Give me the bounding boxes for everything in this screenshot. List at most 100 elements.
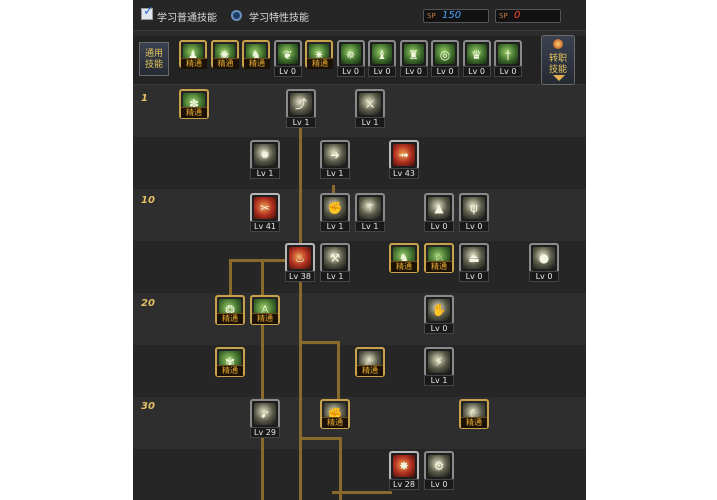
skill-slot-s18[interactable]: ❂ 精通 — [215, 295, 245, 325]
mastered-tag: 精通 — [181, 58, 207, 69]
skill-slot-s19[interactable]: ♙ 精通 — [250, 295, 280, 325]
arms-raised-figure-icon: ♛ — [466, 44, 487, 64]
skill-slot-s5[interactable]: ➜ Lv 1 — [320, 140, 350, 179]
quick-skill-slot[interactable]: ♜ Lv 0 — [399, 40, 428, 77]
quick-skill-slot[interactable]: ♛ Lv 0 — [462, 40, 491, 77]
tree-row-band — [133, 241, 586, 293]
kicking-figure-icon-glyph: ♜ — [408, 48, 419, 62]
tree-row-band — [133, 293, 586, 345]
ground-strike-icon-glyph: ⏏ — [468, 251, 480, 265]
claw-icon: ψ — [463, 197, 485, 219]
job-change-tab-line1: 转职 — [548, 54, 567, 64]
skill-slot-s25[interactable]: ✊ 精通 — [320, 399, 350, 429]
skill-level-tag: Lv 1 — [320, 221, 350, 232]
quick-skill-slot[interactable]: ♞ 精通 — [242, 40, 270, 69]
skill-level-tag: Lv 0 — [459, 271, 489, 282]
slam-icon: ✊ — [324, 197, 346, 219]
shield-ring-icon-glyph: ◎ — [439, 48, 451, 62]
skill-level-tag: Lv 0 — [462, 66, 491, 77]
skill-slot-s9[interactable]: ⚚ Lv 1 — [355, 193, 385, 232]
skill-connector-line — [332, 491, 392, 494]
skill-slot-s20[interactable]: ✋ Lv 0 — [424, 295, 454, 334]
quick-skill-slot[interactable]: ◎ Lv 0 — [431, 40, 459, 77]
explosion-icon: ✸ — [393, 455, 415, 477]
skill-level-tag: Lv 0 — [459, 221, 489, 232]
skill-slot-s10[interactable]: ▲ Lv 0 — [424, 193, 454, 232]
kicking-figure-icon: ♜ — [403, 44, 424, 64]
wings-icon-glyph: ❦ — [282, 48, 293, 62]
level-marker-10: 10 — [141, 195, 155, 206]
checked-checkbox-icon[interactable]: ✓ — [141, 5, 154, 20]
mastered-tag: 精通 — [252, 313, 278, 324]
ground-strike-icon: ⏏ — [463, 247, 485, 269]
dropdown-arrow-icon[interactable] — [553, 75, 565, 81]
flame-figure-icon-glyph: ♨ — [294, 251, 306, 265]
claw-icon-glyph: ψ — [470, 201, 478, 215]
skill-slot-s15[interactable]: ♘ 精通 — [424, 243, 454, 273]
skill-slot-s28[interactable]: ⚙ Lv 0 — [424, 451, 454, 490]
learn-special-skill-radio[interactable] — [231, 10, 242, 21]
skill-level-tag: Lv 0 — [368, 66, 396, 77]
skill-slot-s16[interactable]: ⏏ Lv 0 — [459, 243, 489, 282]
dash-icon: ➜ — [324, 144, 346, 166]
gauntlet-icon: ✋ — [428, 299, 450, 321]
skill-slot-s26[interactable]: ☾ 精通 — [459, 399, 489, 429]
skill-slot-s21[interactable]: ✾ 精通 — [215, 347, 245, 377]
skill-connector-line — [299, 109, 302, 500]
skill-slot-s7[interactable]: ✂ Lv 41 — [250, 193, 280, 232]
skill-slot-s13[interactable]: ⚒ Lv 1 — [320, 243, 350, 282]
burst-icon-glyph: ✹ — [259, 148, 271, 162]
skill-level-tag: Lv 0 — [424, 479, 454, 490]
skill-slot-s11[interactable]: ψ Lv 0 — [459, 193, 489, 232]
skill-slot-s1[interactable]: ✽ 精通 — [179, 89, 209, 119]
skill-level-tag: Lv 38 — [285, 271, 315, 282]
skill-slot-s3[interactable]: ⚔ Lv 1 — [355, 89, 385, 128]
tree-row-band — [133, 397, 586, 449]
skill-level-tag: Lv 0 — [399, 66, 428, 77]
common-skill-tab-line2: 技能 — [144, 60, 163, 70]
gauntlet-icon-glyph: ✋ — [431, 303, 447, 317]
skill-slot-s22[interactable]: ☄ 精通 — [355, 347, 385, 377]
arms-raised-figure-icon-glyph: ♛ — [471, 48, 482, 62]
skill-slot-s14[interactable]: ♞ 精通 — [389, 243, 419, 273]
skill-slot-s2[interactable]: ⤴ Lv 1 — [286, 89, 316, 128]
wings-icon: ❦ — [277, 44, 298, 64]
quick-skill-slot[interactable]: † Lv 0 — [494, 40, 522, 77]
quick-skill-slot[interactable]: ✷ 精通 — [305, 40, 333, 69]
mastered-tag: 精通 — [461, 417, 487, 428]
skill-connector-line — [337, 341, 340, 403]
kick-icon-glyph: ⚔ — [364, 97, 376, 111]
kick-icon: ⚔ — [359, 93, 381, 115]
skill-slot-s4[interactable]: ✹ Lv 1 — [250, 140, 280, 179]
bomb-icon: ● — [533, 247, 555, 269]
skill-slot-s8[interactable]: ✊ Lv 1 — [320, 193, 350, 232]
quick-skill-slot[interactable]: ♝ Lv 0 — [368, 40, 396, 77]
common-skill-tab[interactable]: 通用 技能 — [139, 42, 169, 76]
spear-thrust-icon-glyph: ➹ — [259, 407, 271, 421]
quick-skill-slot[interactable]: ✵ Lv 0 — [336, 40, 365, 77]
skill-level-tag: Lv 0 — [336, 66, 365, 77]
quick-skill-slot[interactable]: ♟ 精通 — [179, 40, 207, 69]
upper-arrow-icon-glyph: ⤴ — [294, 97, 307, 111]
job-change-skill-tab[interactable]: 转职 技能 — [541, 35, 575, 85]
mastered-tag: 精通 — [217, 313, 243, 324]
skill-level-tag: Lv 29 — [250, 427, 280, 438]
quick-skill-slot[interactable]: ❦ Lv 0 — [273, 40, 302, 77]
skill-slot-s12[interactable]: ♨ Lv 38 — [285, 243, 315, 282]
flip-kick-icon: ⚡ — [428, 351, 450, 373]
skill-level-tag: Lv 0 — [424, 323, 454, 334]
skill-slot-s17[interactable]: ● Lv 0 — [529, 243, 559, 282]
skill-connector-line — [299, 437, 339, 440]
tab-orb-icon — [553, 39, 563, 49]
skill-level-tag: Lv 1 — [424, 375, 454, 386]
skill-slot-s24[interactable]: ➹ Lv 29 — [250, 399, 280, 438]
skill-header: ✓ 学习普通技能 学习特性技能 SP 150 SP 0 — [133, 0, 586, 31]
skill-slot-s23[interactable]: ⚡ Lv 1 — [424, 347, 454, 386]
skill-slot-s27[interactable]: ✸ Lv 28 — [389, 451, 419, 490]
skill-level-tag: Lv 41 — [250, 221, 280, 232]
quick-skill-slot[interactable]: ✺ 精通 — [210, 40, 239, 69]
bomb-icon-glyph: ● — [538, 251, 550, 265]
skill-slot-s6[interactable]: ➟ Lv 43 — [389, 140, 419, 179]
flip-kick-icon-glyph: ⚡ — [434, 355, 444, 369]
fire-slash-icon: ✂ — [254, 197, 276, 219]
